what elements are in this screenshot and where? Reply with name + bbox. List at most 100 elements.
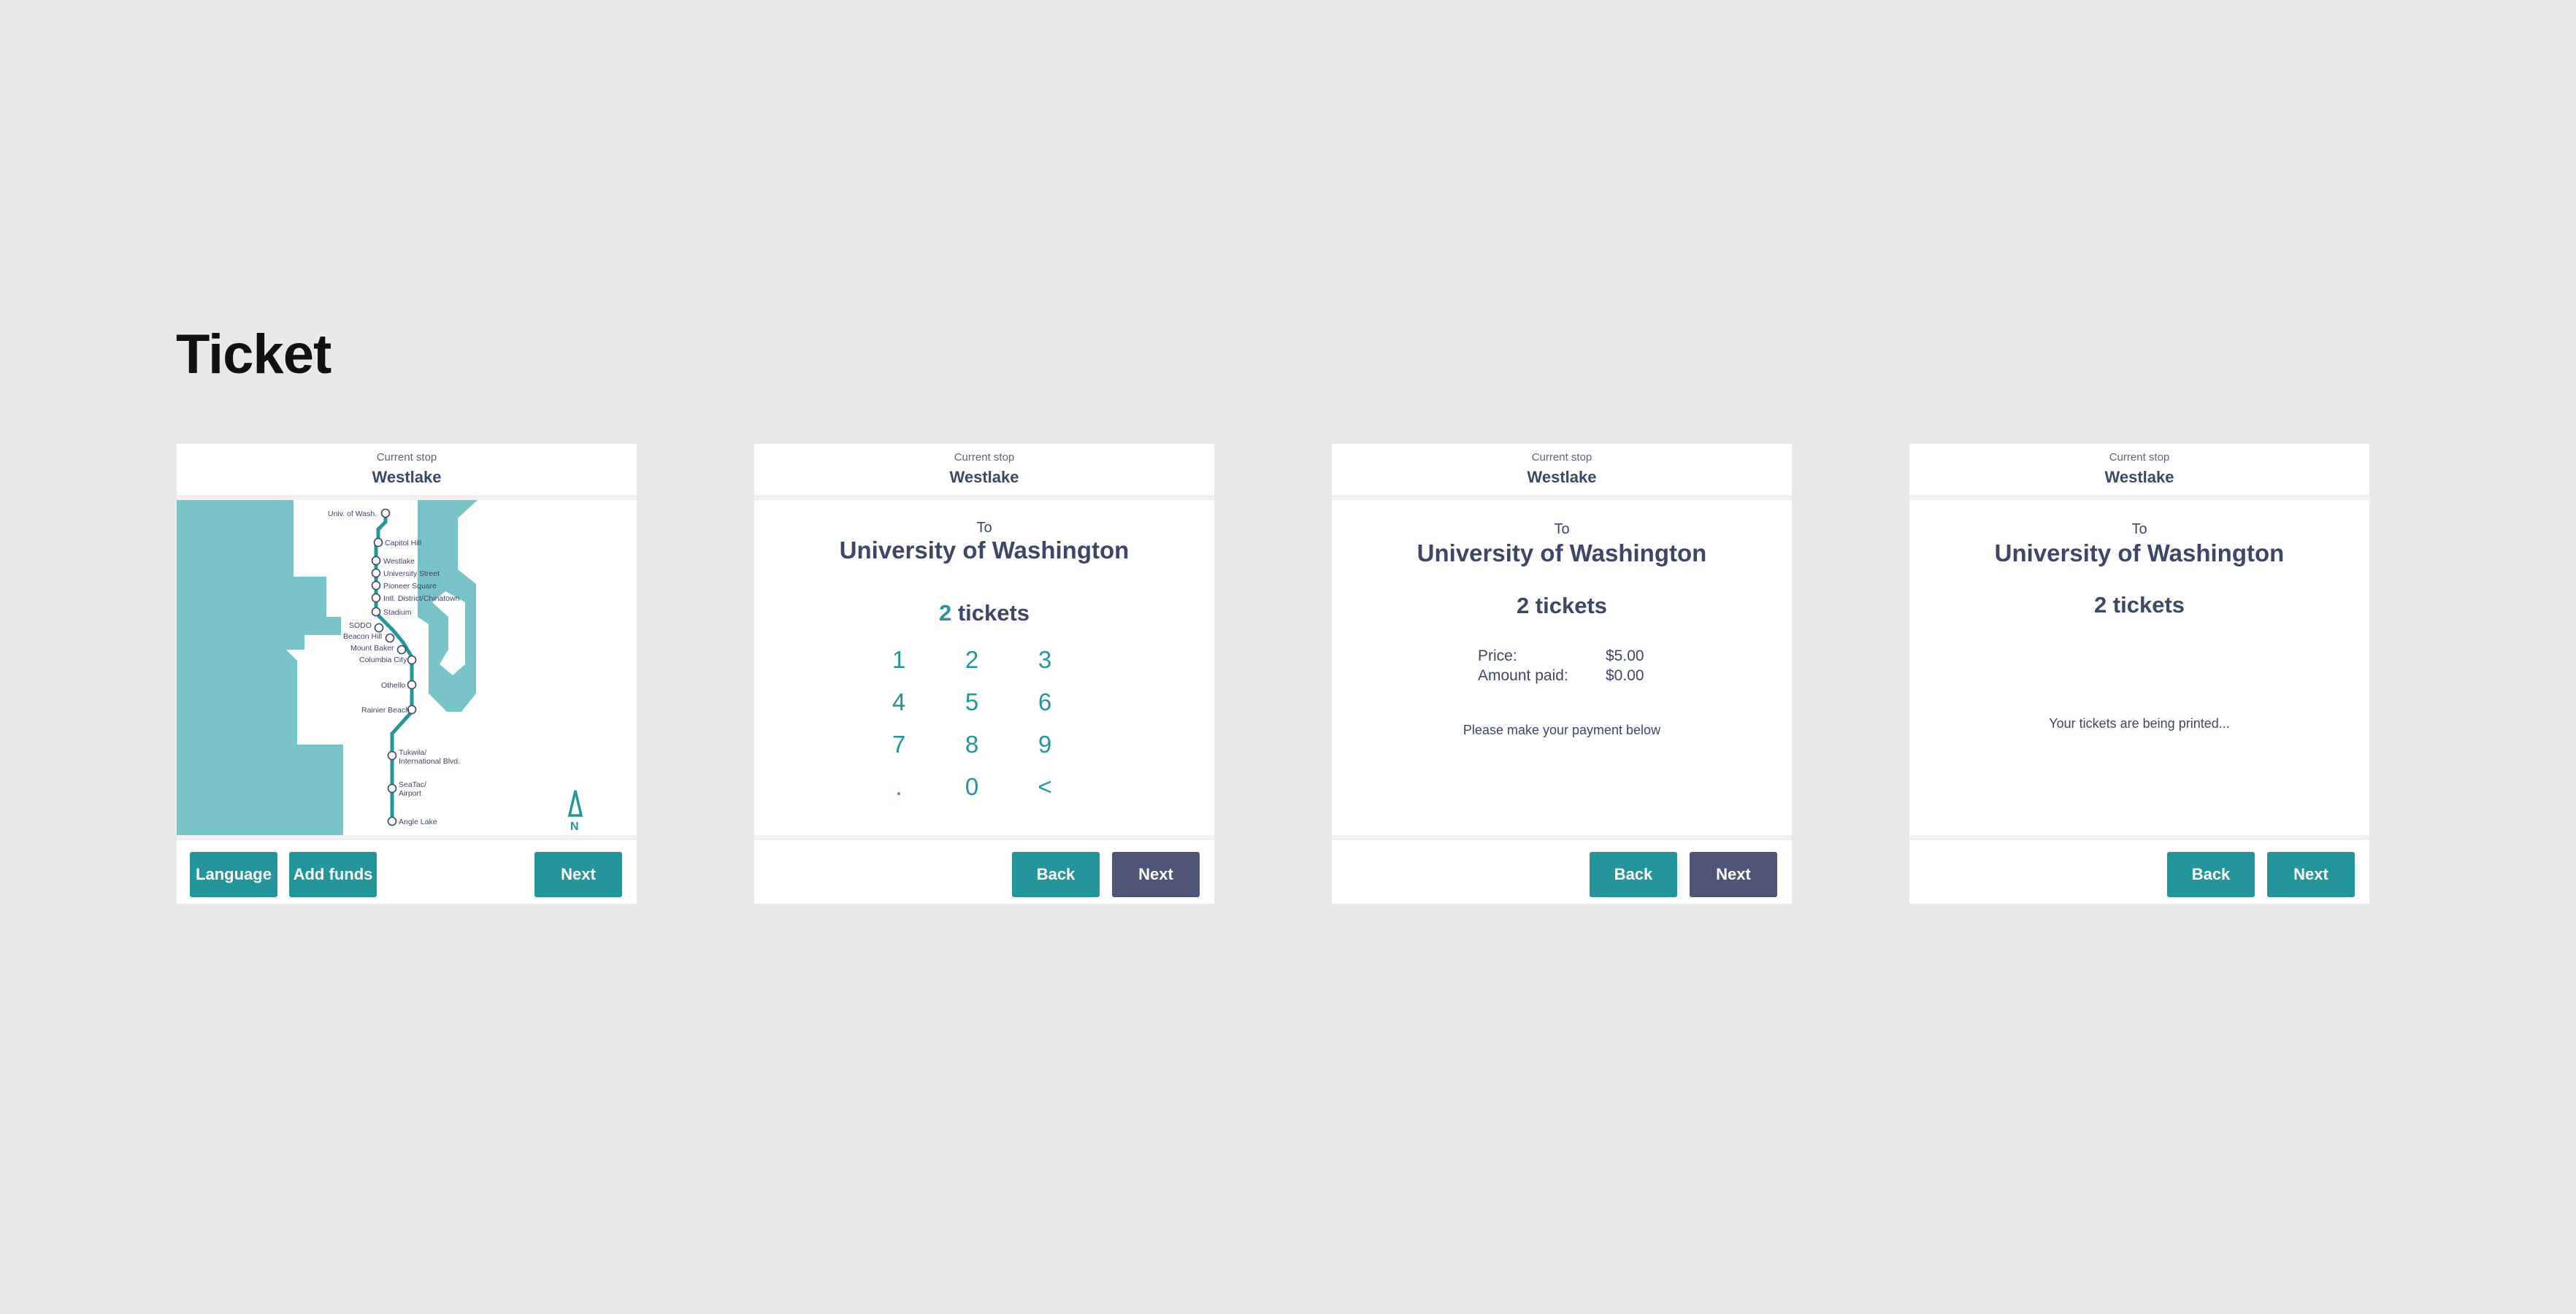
key-6[interactable]: 6	[1008, 681, 1081, 723]
language-button[interactable]: Language	[190, 852, 277, 897]
printing-message: Your tickets are being printed...	[2049, 716, 2230, 731]
current-stop-name: Westlake	[372, 468, 442, 486]
station-dot	[374, 623, 384, 633]
current-stop-label: Current stop	[954, 451, 1015, 464]
screen-ticket-count: Current stop Westlake To University of W…	[754, 444, 1214, 904]
ticket-count-number: 2	[938, 600, 952, 626]
screen-header: Current stop Westlake	[754, 444, 1214, 500]
station-dot	[371, 568, 381, 578]
key-0[interactable]: 0	[935, 766, 1008, 808]
screen-header: Current stop Westlake	[1909, 444, 2369, 500]
key-8[interactable]: 8	[935, 723, 1008, 766]
station-dot	[387, 750, 397, 761]
payment-body: To University of Washington 2 tickets Pr…	[1332, 500, 1792, 840]
key-2[interactable]: 2	[935, 639, 1008, 681]
route-map: Univ. of Wash. Capitol Hill Westlake Uni…	[177, 500, 637, 840]
to-label: To	[2131, 521, 2147, 537]
back-button[interactable]: Back	[1012, 852, 1100, 897]
north-label: N	[570, 821, 579, 833]
printing-body: To University of Washington 2 tickets Yo…	[1909, 500, 2369, 840]
screen-map: Current stop Westlake Univ. of Wash. Cap…	[177, 444, 637, 904]
price-value: $5.00	[1606, 648, 1644, 664]
station-dot	[380, 508, 391, 518]
next-button[interactable]: Next	[534, 852, 622, 897]
destination-name: University of Washington	[1417, 539, 1707, 566]
key-1[interactable]: 1	[862, 639, 935, 681]
amount-paid-row: Amount paid: $0.00	[1478, 666, 1644, 685]
screen-footer: Back Next	[1909, 835, 2369, 904]
number-keypad: 1 2 3 4 5 6 7 8 9 . 0 <	[862, 639, 1081, 808]
back-button[interactable]: Back	[2167, 852, 2255, 897]
to-label: To	[1554, 521, 1570, 537]
station-dot	[396, 645, 407, 655]
station-label: Airport	[399, 789, 421, 798]
key-3[interactable]: 3	[1008, 639, 1081, 681]
key-4[interactable]: 4	[862, 681, 935, 723]
current-stop-label: Current stop	[376, 451, 437, 464]
key-decimal[interactable]: .	[862, 766, 935, 808]
station-label: SODO	[349, 621, 372, 630]
payment-summary: Price: $5.00 Amount paid: $0.00	[1478, 646, 1644, 685]
screen-header: Current stop Westlake	[1332, 444, 1792, 500]
station-label: Capitol Hill	[385, 539, 421, 548]
route-map-svg: Univ. of Wash. Capitol Hill Westlake Uni…	[177, 500, 583, 840]
destination-name: University of Washington	[839, 537, 1130, 564]
station-dot	[373, 537, 383, 548]
ticket-count-body: To University of Washington 2 tickets 1 …	[754, 500, 1214, 840]
station-label: Mount Baker	[350, 644, 394, 653]
to-label: To	[976, 520, 992, 536]
back-button[interactable]: Back	[1590, 852, 1677, 897]
map-water-west	[177, 500, 343, 840]
station-dot	[387, 816, 397, 826]
station-dot	[407, 655, 417, 665]
next-button[interactable]: Next	[1690, 852, 1777, 897]
station-label: SeaTac/	[399, 780, 426, 789]
key-backspace[interactable]: <	[1008, 766, 1081, 808]
payment-message: Please make your payment below	[1463, 723, 1661, 737]
tickets-summary: 2 tickets	[2093, 592, 2185, 618]
station-label: Univ. of Wash.	[328, 510, 377, 518]
station-dot	[371, 607, 381, 617]
station-label: Westlake	[383, 557, 415, 566]
current-stop-label: Current stop	[1531, 451, 1592, 464]
screen-payment: Current stop Westlake To University of W…	[1332, 444, 1792, 904]
current-stop-label: Current stop	[2109, 451, 2170, 464]
station-dot	[385, 633, 395, 643]
current-stop-name: Westlake	[2104, 468, 2174, 486]
station-label: Tukwila/	[399, 748, 426, 757]
station-label: Stadium	[383, 608, 412, 617]
station-label: Columbia City	[359, 656, 407, 664]
station-dot	[387, 783, 397, 794]
amount-paid-label: Amount paid:	[1478, 667, 1568, 684]
station-label: Othello	[381, 681, 405, 690]
key-9[interactable]: 9	[1008, 723, 1081, 766]
ticket-count: 2 tickets	[754, 600, 1214, 626]
station-label: Beacon Hill	[343, 632, 382, 641]
station-dot	[407, 680, 417, 690]
station-dot	[371, 580, 381, 591]
north-arrow-icon	[567, 790, 583, 817]
price-row: Price: $5.00	[1478, 646, 1644, 666]
screen-footer: Back Next	[754, 835, 1214, 904]
page-title: Ticket	[176, 323, 331, 385]
amount-paid-value: $0.00	[1606, 667, 1644, 684]
station-label: Intl. District/Chinatown	[383, 594, 460, 603]
add-funds-button[interactable]: Add funds	[289, 852, 377, 897]
current-stop-name: Westlake	[1527, 468, 1597, 486]
screen-printing: Current stop Westlake To University of W…	[1909, 444, 2369, 904]
screen-footer: Back Next	[1332, 835, 1792, 904]
station-label: Angle Lake	[399, 818, 437, 826]
screen-footer: Language Add funds Next	[177, 835, 637, 904]
next-button[interactable]: Next	[1112, 852, 1200, 897]
station-dot	[371, 556, 381, 566]
screen-header: Current stop Westlake	[177, 444, 637, 500]
station-label: University Street	[383, 569, 440, 578]
key-5[interactable]: 5	[935, 681, 1008, 723]
station-dot	[371, 593, 381, 603]
tickets-word: tickets	[957, 600, 1030, 626]
key-7[interactable]: 7	[862, 723, 935, 766]
next-button[interactable]: Next	[2267, 852, 2355, 897]
station-label: Rainier Beach	[361, 706, 410, 715]
tickets-summary: 2 tickets	[1516, 593, 1608, 618]
current-stop-name: Westlake	[949, 468, 1019, 486]
